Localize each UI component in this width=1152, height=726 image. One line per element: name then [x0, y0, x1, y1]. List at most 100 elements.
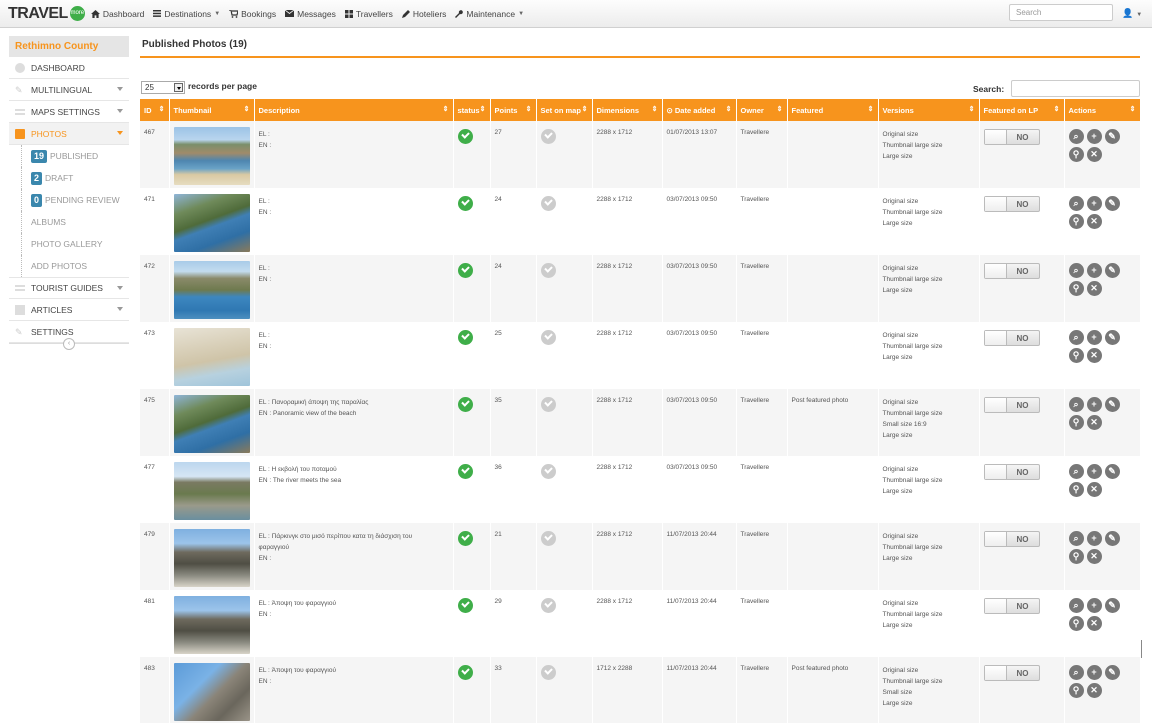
sidebar-subitem-gallery[interactable]: PHOTO GALLERY [9, 233, 129, 255]
status-check-icon[interactable] [457, 464, 473, 479]
col-header-featured-on-lp[interactable]: Featured on LP ⇕ [979, 99, 1065, 121]
version-link[interactable]: Original size [883, 196, 975, 207]
edit-icon[interactable]: ✎ [1104, 531, 1120, 546]
featured-lp-toggle[interactable]: NO [983, 665, 1040, 681]
col-header-thumbnail[interactable]: Thumbnail ⇕ [169, 99, 255, 121]
sidebar-item-tourist-guides[interactable]: TOURIST GUIDES [9, 277, 129, 299]
photo-thumbnail[interactable] [173, 663, 250, 721]
version-link[interactable]: Original size [883, 531, 975, 542]
map-pin-icon[interactable]: ⚲ [1068, 616, 1084, 631]
magnifier-icon[interactable]: ⌕ [1068, 196, 1084, 211]
edit-icon[interactable]: ✎ [1104, 397, 1120, 412]
edit-icon[interactable]: ✎ [1104, 464, 1120, 479]
col-header-owner[interactable]: Owner ⇕ [736, 99, 788, 121]
sidebar-subitem-albums[interactable]: ALBUMS [9, 211, 129, 233]
map-check-icon[interactable] [540, 397, 556, 412]
version-link[interactable]: Large size [883, 620, 975, 631]
photo-thumbnail[interactable] [173, 261, 250, 319]
plus-icon[interactable]: + [1086, 397, 1102, 412]
version-link[interactable]: Thumbnail large size [883, 676, 975, 687]
sidebar-item-multilingual[interactable]: ✎ MULTILINGUAL [9, 79, 129, 101]
status-check-icon[interactable] [457, 330, 473, 345]
plus-icon[interactable]: + [1086, 665, 1102, 680]
map-pin-icon[interactable]: ⚲ [1068, 348, 1084, 363]
sidebar-subitem-pending[interactable]: 0 PENDING REVIEW [9, 189, 129, 211]
sidebar-item-articles[interactable]: ARTICLES [9, 299, 129, 321]
version-link[interactable]: Large size [883, 698, 975, 709]
status-check-icon[interactable] [457, 263, 473, 278]
featured-lp-toggle[interactable]: NO [983, 531, 1040, 547]
photo-thumbnail[interactable] [173, 328, 250, 386]
search-input[interactable]: Search [1009, 4, 1113, 21]
map-pin-icon[interactable]: ⚲ [1068, 415, 1084, 430]
map-check-icon[interactable] [540, 129, 556, 144]
featured-lp-toggle[interactable]: NO [983, 397, 1040, 413]
status-check-icon[interactable] [457, 598, 473, 613]
plus-icon[interactable]: + [1086, 196, 1102, 211]
close-icon[interactable]: ✕ [1086, 616, 1102, 631]
magnifier-icon[interactable]: ⌕ [1068, 598, 1084, 613]
page-size-select[interactable]: 25 [141, 81, 185, 94]
nav-travellers[interactable]: Travellers [344, 9, 393, 19]
version-link[interactable]: Thumbnail large size [883, 274, 975, 285]
map-check-icon[interactable] [540, 531, 556, 546]
nav-messages[interactable]: Messages [285, 9, 336, 19]
version-link[interactable]: Large size [883, 553, 975, 564]
plus-icon[interactable]: + [1086, 129, 1102, 144]
magnifier-icon[interactable]: ⌕ [1068, 531, 1084, 546]
close-icon[interactable]: ✕ [1086, 549, 1102, 564]
magnifier-icon[interactable]: ⌕ [1068, 464, 1084, 479]
version-link[interactable]: Large size [883, 218, 975, 229]
version-link[interactable]: Small size 16:9 [883, 419, 975, 430]
featured-lp-toggle[interactable]: NO [983, 196, 1040, 212]
edit-icon[interactable]: ✎ [1104, 665, 1120, 680]
photo-thumbnail[interactable] [173, 194, 250, 252]
close-icon[interactable]: ✕ [1086, 147, 1102, 162]
magnifier-icon[interactable]: ⌕ [1068, 665, 1084, 680]
version-link[interactable]: Thumbnail large size [883, 609, 975, 620]
magnifier-icon[interactable]: ⌕ [1068, 263, 1084, 278]
version-link[interactable]: Thumbnail large size [883, 408, 975, 419]
col-header-set-on-map[interactable]: Set on map ⇕ [536, 99, 593, 121]
nav-hoteliers[interactable]: Hoteliers [401, 9, 446, 19]
col-header-status[interactable]: status ⇕ [453, 99, 491, 121]
magnifier-icon[interactable]: ⌕ [1068, 129, 1084, 144]
featured-lp-toggle[interactable]: NO [983, 263, 1040, 279]
map-check-icon[interactable] [540, 330, 556, 345]
sidebar-item-maps-settings[interactable]: MAPS SETTINGS [9, 101, 129, 123]
user-menu[interactable]: 👤 ▼ [1122, 8, 1142, 19]
close-icon[interactable]: ✕ [1086, 214, 1102, 229]
status-check-icon[interactable] [457, 397, 473, 412]
nav-destinations[interactable]: Destinations ▼ [153, 9, 220, 19]
version-link[interactable]: Large size [883, 486, 975, 497]
featured-lp-toggle[interactable]: NO [983, 330, 1040, 346]
photo-thumbnail[interactable] [173, 529, 250, 587]
close-icon[interactable]: ✕ [1086, 281, 1102, 296]
version-link[interactable]: Thumbnail large size [883, 475, 975, 486]
featured-lp-toggle[interactable]: NO [983, 129, 1040, 145]
nav-maintenance[interactable]: Maintenance ▼ [455, 9, 524, 19]
chevron-left-icon[interactable]: ‹ [63, 338, 75, 350]
map-check-icon[interactable] [540, 598, 556, 613]
col-header-date-added[interactable]: ⊙ Date added ⇕ [662, 99, 737, 121]
featured-lp-toggle[interactable]: NO [983, 464, 1040, 480]
version-link[interactable]: Large size [883, 151, 975, 162]
map-pin-icon[interactable]: ⚲ [1068, 549, 1084, 564]
version-link[interactable]: Original size [883, 598, 975, 609]
photo-thumbnail[interactable] [173, 462, 250, 520]
edit-icon[interactable]: ✎ [1104, 263, 1120, 278]
table-search-input[interactable] [1011, 80, 1140, 97]
sidebar-item-photos[interactable]: PHOTOS [9, 123, 129, 145]
status-check-icon[interactable] [457, 665, 473, 680]
version-link[interactable]: Large size [883, 352, 975, 363]
photo-thumbnail[interactable] [173, 395, 250, 453]
col-header-actions[interactable]: Actions ⇕ [1064, 99, 1141, 121]
version-link[interactable]: Original size [883, 330, 975, 341]
plus-icon[interactable]: + [1086, 598, 1102, 613]
sidebar-item-dashboard[interactable]: DASHBOARD [9, 57, 129, 79]
sidebar-subitem-published[interactable]: 19 PUBLISHED [9, 145, 129, 167]
photo-thumbnail[interactable] [173, 127, 250, 185]
magnifier-icon[interactable]: ⌕ [1068, 330, 1084, 345]
edit-icon[interactable]: ✎ [1104, 330, 1120, 345]
map-pin-icon[interactable]: ⚲ [1068, 147, 1084, 162]
